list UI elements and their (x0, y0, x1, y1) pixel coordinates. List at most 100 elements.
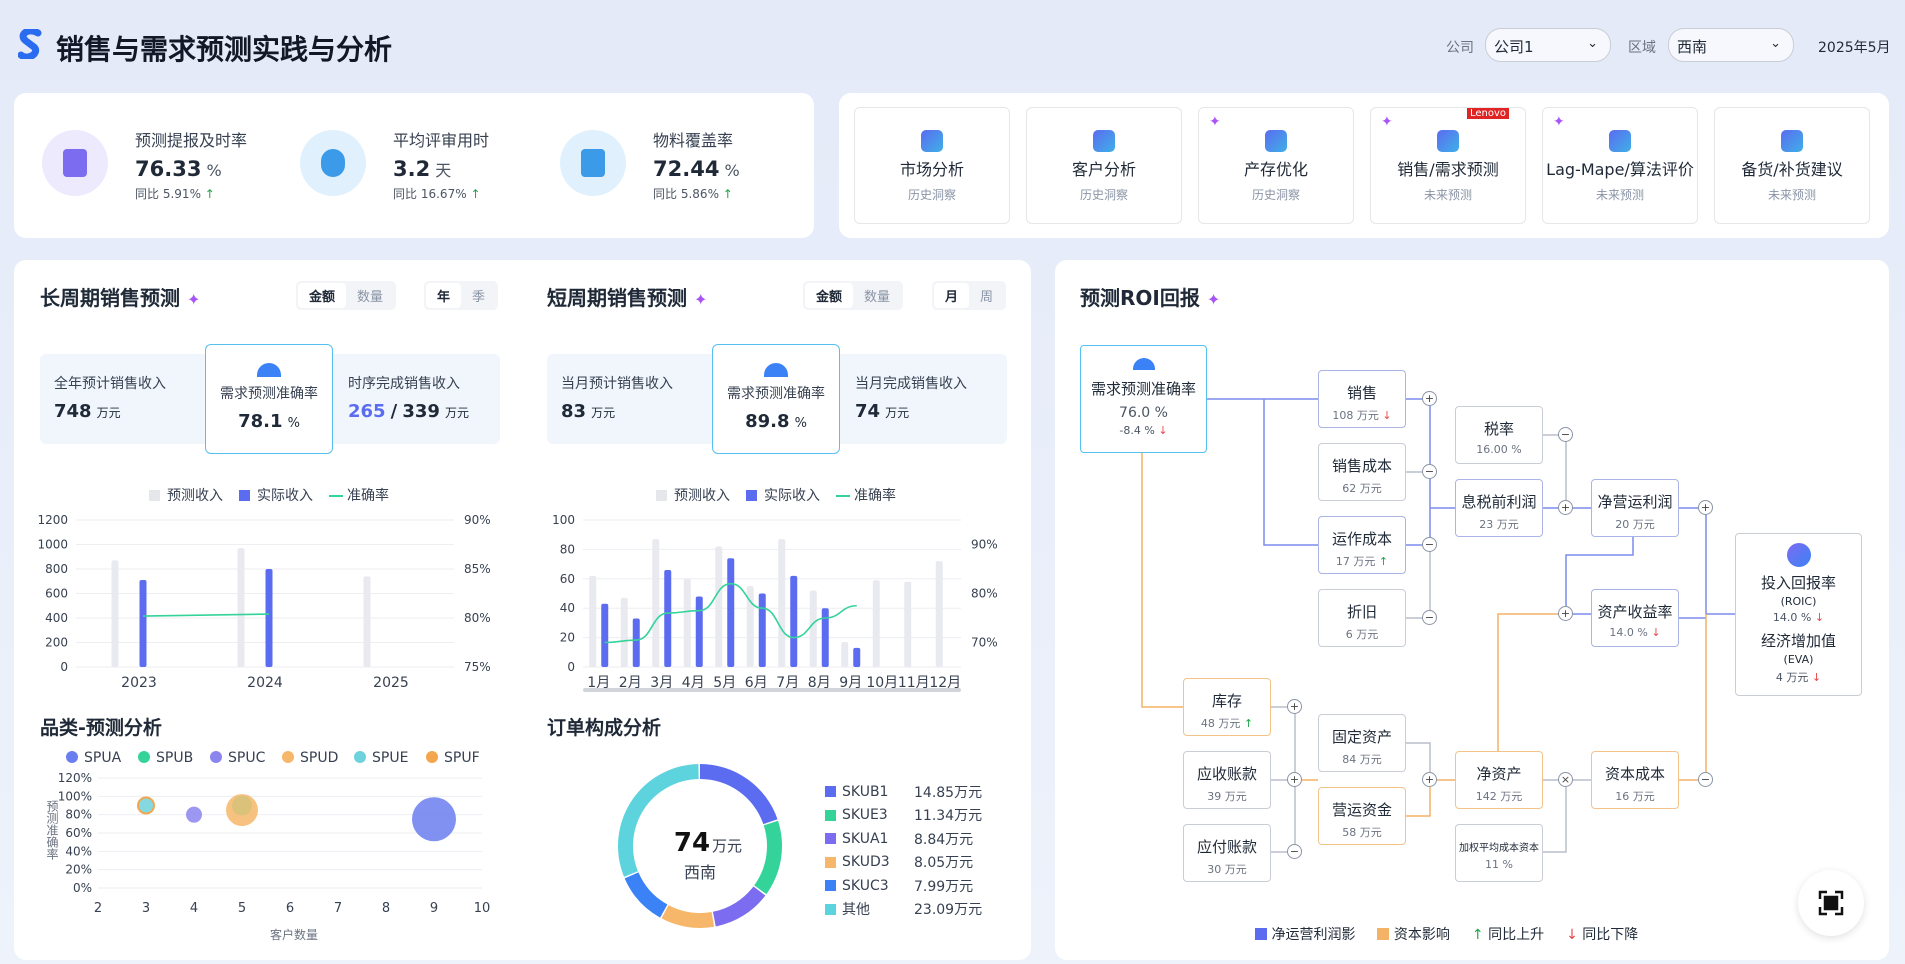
bar-actual (727, 558, 735, 667)
roi-node-nopat[interactable]: 净营运利润 20 万元 (1591, 479, 1679, 537)
module-tile[interactable]: ✦ 产存优化 历史洞察 (1198, 107, 1354, 224)
y-tick-label: 40 (560, 601, 575, 615)
roi-node-roa[interactable]: 资产收益率 14.0 % ↓ (1591, 589, 1679, 647)
y-tick-label: 80% (65, 808, 92, 822)
operator-icon: − (1558, 427, 1573, 442)
chevron-down-icon: ⌄ (1770, 36, 1781, 51)
operator-icon: − (1422, 610, 1437, 625)
long-metric-toggle[interactable]: 金额 数量 (296, 281, 397, 310)
roi-node-capcost[interactable]: 资本成本 16 万元 (1591, 751, 1679, 809)
legend-swatch (825, 880, 836, 892)
y-tick-label: 800 (45, 562, 68, 576)
y-tick-label: 1000 (37, 538, 68, 552)
y-tick-label: 60% (65, 826, 92, 840)
legend-swatch-forecast (656, 490, 667, 501)
arrow-up-icon: ↑ (1243, 717, 1254, 730)
short-metric-toggle[interactable]: 金额 数量 (803, 281, 904, 310)
legend-swatch (825, 856, 836, 868)
legend-swatch (825, 809, 836, 821)
module-tile[interactable]: 备货/补货建议 未来预测 (1714, 107, 1870, 224)
x-axis-label: 客户数量 (270, 927, 318, 942)
module-tile[interactable]: ✦ Lenovo 销售/需求预测 未来预测 (1370, 107, 1526, 224)
long-period-toggle[interactable]: 年季 (424, 281, 499, 310)
y2-tick-label: 85% (464, 562, 491, 576)
toggle-year[interactable]: 年 (426, 283, 462, 308)
chart-scrollbar[interactable] (583, 688, 961, 692)
kpi-label: 预测提报及时率 (135, 131, 248, 150)
brand-badge: Lenovo (1466, 108, 1509, 119)
module-tile[interactable]: ✦ Lag-Mape/算法评价 未来预测 (1542, 107, 1698, 224)
y2-tick-label: 80% (464, 611, 491, 625)
operator-icon: + (1422, 772, 1437, 787)
long-annual-forecast: 全年预计销售收入 748 万元 (54, 376, 166, 422)
legend-label: 预测收入 (167, 488, 223, 504)
y2-tick-label: 90% (464, 513, 491, 527)
roi-node-dep[interactable]: 折旧 6 万元 (1318, 589, 1406, 647)
fullscreen-button[interactable] (1798, 870, 1864, 936)
legend-label: 预测收入 (674, 488, 730, 504)
toggle-amount[interactable]: 金额 (298, 283, 347, 308)
roi-node-cost[interactable]: 销售成本 62 万元 (1318, 443, 1406, 501)
y-tick-label: 200 (45, 636, 68, 650)
operator-icon: + (1558, 606, 1573, 621)
arrow-down-icon: ↓ (1814, 611, 1825, 624)
toggle-amount[interactable]: 金额 (805, 283, 854, 308)
toggle-season[interactable]: 季 (461, 283, 496, 308)
toggle-quantity[interactable]: 数量 (346, 283, 394, 308)
company-select[interactable]: 公司1 ⌄ (1485, 28, 1611, 62)
kpi-item: 预测提报及时率 76.33 % 同比 5.91% ↑ (135, 127, 247, 202)
legend-swatch-actual (239, 490, 250, 501)
clock-icon (321, 149, 345, 177)
region-select[interactable]: 西南 ⌄ (1668, 28, 1794, 62)
donut-slice (661, 905, 715, 928)
toggle-week[interactable]: 周 (969, 283, 1004, 308)
roi-node-tax[interactable]: 税率 16.00 % (1455, 406, 1543, 464)
roi-node-opcost[interactable]: 运作成本 17 万元 ↑ (1318, 516, 1406, 574)
roi-node-sales[interactable]: 销售 108 万元 ↓ (1318, 370, 1406, 428)
sparkle-icon: ✦ (1209, 114, 1221, 130)
legend-marker (282, 751, 294, 763)
clipboard-check-icon (63, 149, 87, 177)
legend-label: 实际收入 (764, 488, 820, 504)
roi-node-wacc[interactable]: 加权平均成本资本 11 % (1455, 824, 1543, 882)
short-period-toggle[interactable]: 月周 (932, 281, 1007, 310)
y-axis-label: 预测准确率 (45, 800, 59, 860)
roi-node-ebit[interactable]: 息税前利润 23 万元 (1455, 479, 1543, 537)
roi-node-accuracy[interactable]: 需求预测准确率 76.0 % -8.4 % ↓ (1080, 345, 1207, 453)
y-tick-label: 0% (73, 881, 92, 895)
y2-tick-label: 70% (971, 636, 998, 650)
donut-center-unit: 万元 (712, 837, 742, 855)
operator-icon: − (1422, 537, 1437, 552)
long-cycle-chart: 预测收入 实际收入 准确率 0 200 400 600 800 1000 1200 75% 80% 85… (37, 487, 491, 691)
legend-label: 准确率 (347, 487, 389, 504)
y-tick-label: 20 (560, 631, 575, 645)
roi-node-ap[interactable]: 应付账款 30 万元 (1183, 824, 1271, 882)
legend-marker (138, 751, 150, 763)
connector (1406, 545, 1431, 619)
cart-icon (1781, 130, 1803, 152)
roi-node-na[interactable]: 净资产 142 万元 (1455, 751, 1543, 809)
bar-forecast (111, 560, 119, 667)
toggle-month[interactable]: 月 (934, 283, 970, 308)
warehouse-icon (1265, 130, 1287, 152)
roi-node-wc[interactable]: 营运资金 58 万元 (1318, 787, 1406, 845)
roi-node-inv[interactable]: 库存 48 万元 ↑ (1183, 678, 1271, 736)
module-tile[interactable]: 客户分析 历史洞察 (1026, 107, 1182, 224)
y-tick-label: 0 (60, 660, 68, 674)
bar-forecast (620, 597, 628, 667)
operator-icon: + (1698, 500, 1713, 515)
page-title: 销售与需求预测实践与分析 (56, 33, 393, 66)
module-tile[interactable]: 市场分析 历史洞察 (854, 107, 1010, 224)
bubble-point (186, 806, 202, 823)
bar-forecast (935, 561, 943, 667)
donut-slice (712, 886, 766, 927)
short-cycle-title: 短周期销售预测 ✦ (547, 286, 708, 310)
roi-node-fa[interactable]: 固定资产 84 万元 (1318, 714, 1406, 772)
kpi-value: 72.44 (653, 157, 720, 181)
roi-node-result[interactable]: 投入回报率 (ROIC) 14.0 % ↓ 经济增加值 (EVA) 4 万元 ↓ (1735, 533, 1862, 696)
bar-actual (664, 569, 672, 667)
roi-node-ar[interactable]: 应收账款 39 万元 (1183, 751, 1271, 809)
order-donut-chart: 74 万元西南 (618, 764, 782, 928)
toggle-quantity[interactable]: 数量 (853, 283, 901, 308)
arrow-up-icon: ↑ (722, 187, 733, 201)
